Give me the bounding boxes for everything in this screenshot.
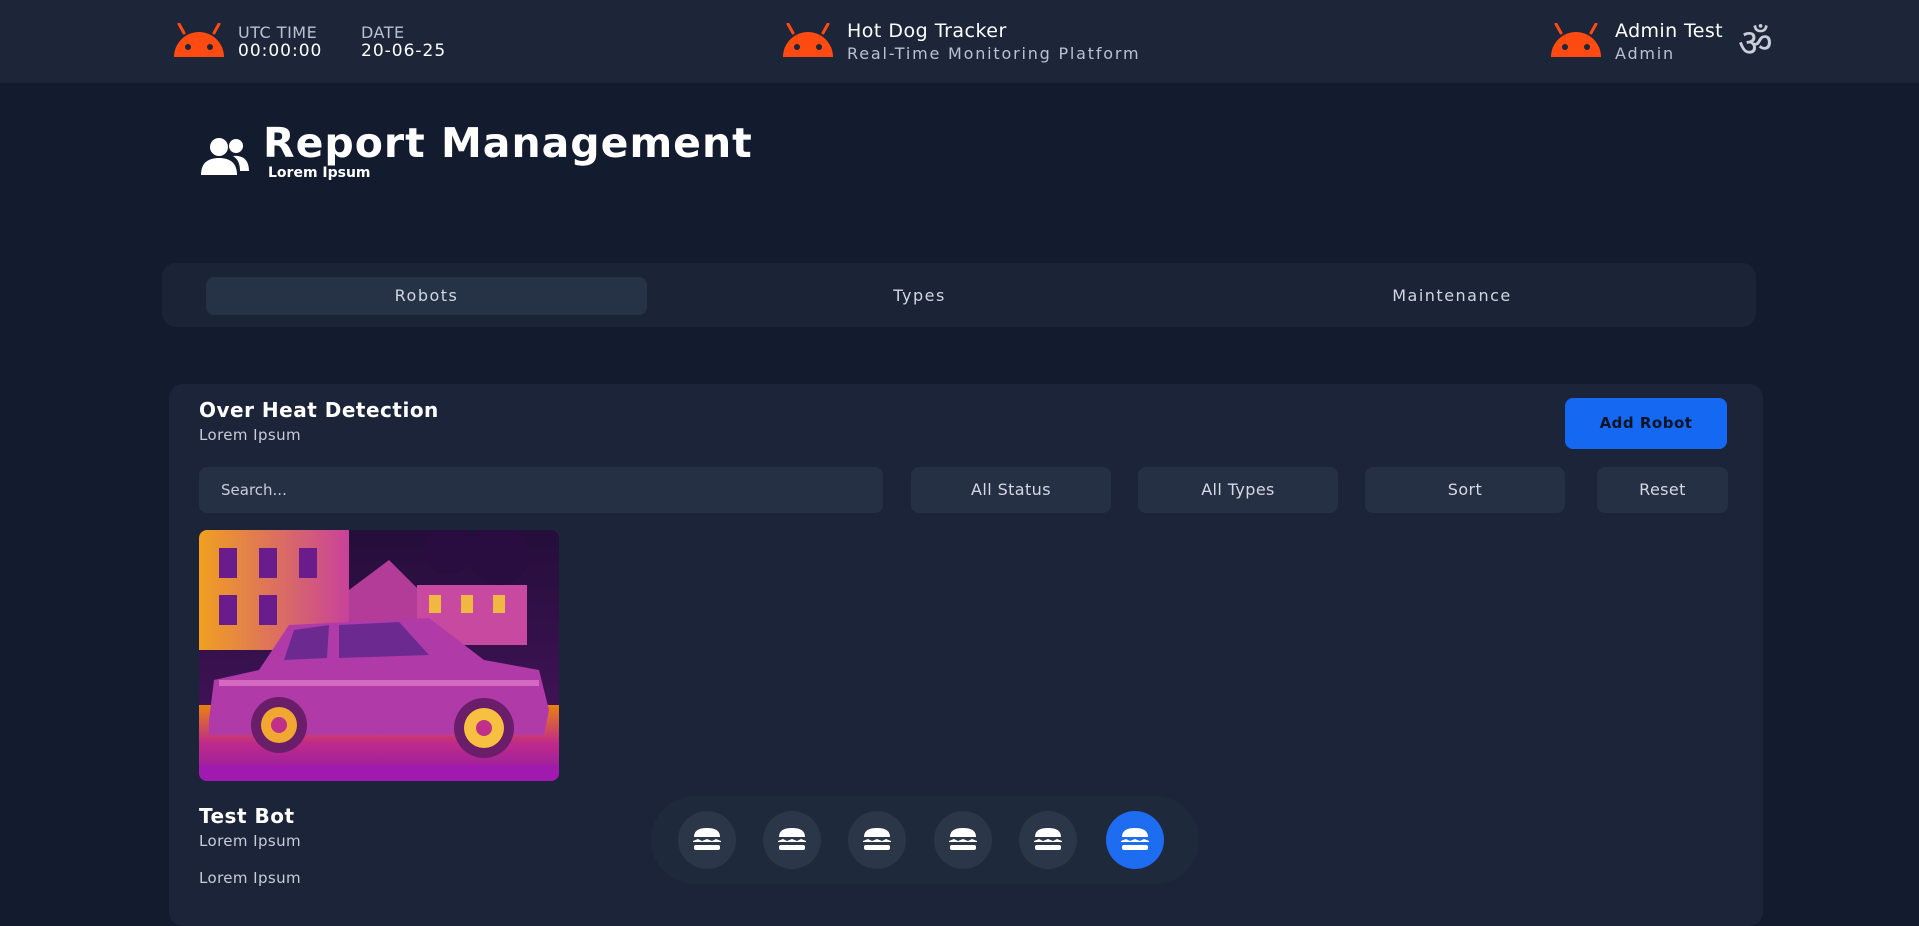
page-button-4[interactable] [934,811,992,869]
app-title: Hot Dog Tracker [847,20,1007,42]
date-value: 20-06-25 [361,41,447,61]
page-button-2[interactable] [763,811,821,869]
tab-bar: Robots Types Maintenance [162,263,1756,327]
reset-button[interactable]: Reset [1597,467,1728,513]
card-text-2: Lorem Ipsum [199,869,301,887]
card-title: Test Bot [199,804,295,828]
users-icon [200,137,250,181]
section-subtitle: Lorem Ipsum [199,426,301,444]
user-name: Admin Test [1615,20,1724,42]
add-robot-button[interactable]: Add Robot [1565,398,1727,449]
utc-time-label: UTC TIME [238,23,318,42]
utc-time-value: 00:00:00 [238,41,323,61]
tab-maintenance[interactable]: Maintenance [1192,277,1712,315]
card-text-1: Lorem Ipsum [199,832,301,850]
burger-icon [1121,828,1149,850]
section-title: Over Heat Detection [199,398,439,422]
burger-icon [1034,828,1062,850]
android-icon [781,23,835,59]
page-button-1[interactable] [678,811,736,869]
user-role: Admin [1615,44,1675,63]
burger-icon [949,828,977,850]
page-button-6[interactable] [1106,811,1164,869]
thermal-car-image[interactable] [199,530,559,781]
type-filter[interactable]: All Types [1138,467,1338,513]
tab-robots[interactable]: Robots [206,277,647,315]
sort-button[interactable]: Sort [1365,467,1565,513]
date-label: DATE [361,23,405,42]
status-filter[interactable]: All Status [911,467,1111,513]
search-input[interactable] [199,467,883,513]
android-icon [1549,23,1603,59]
burger-icon [863,828,891,850]
android-icon [172,23,226,59]
tab-types[interactable]: Types [692,277,1147,315]
burger-icon [693,828,721,850]
app-subtitle: Real-Time Monitoring Platform [847,44,1141,63]
burger-icon [778,828,806,850]
page-subtitle: Lorem Ipsum [268,165,371,181]
page-button-3[interactable] [848,811,906,869]
page-title: Report Management [263,119,753,167]
om-menu-icon[interactable]: ॐ [1738,16,1773,68]
page-button-5[interactable] [1019,811,1077,869]
